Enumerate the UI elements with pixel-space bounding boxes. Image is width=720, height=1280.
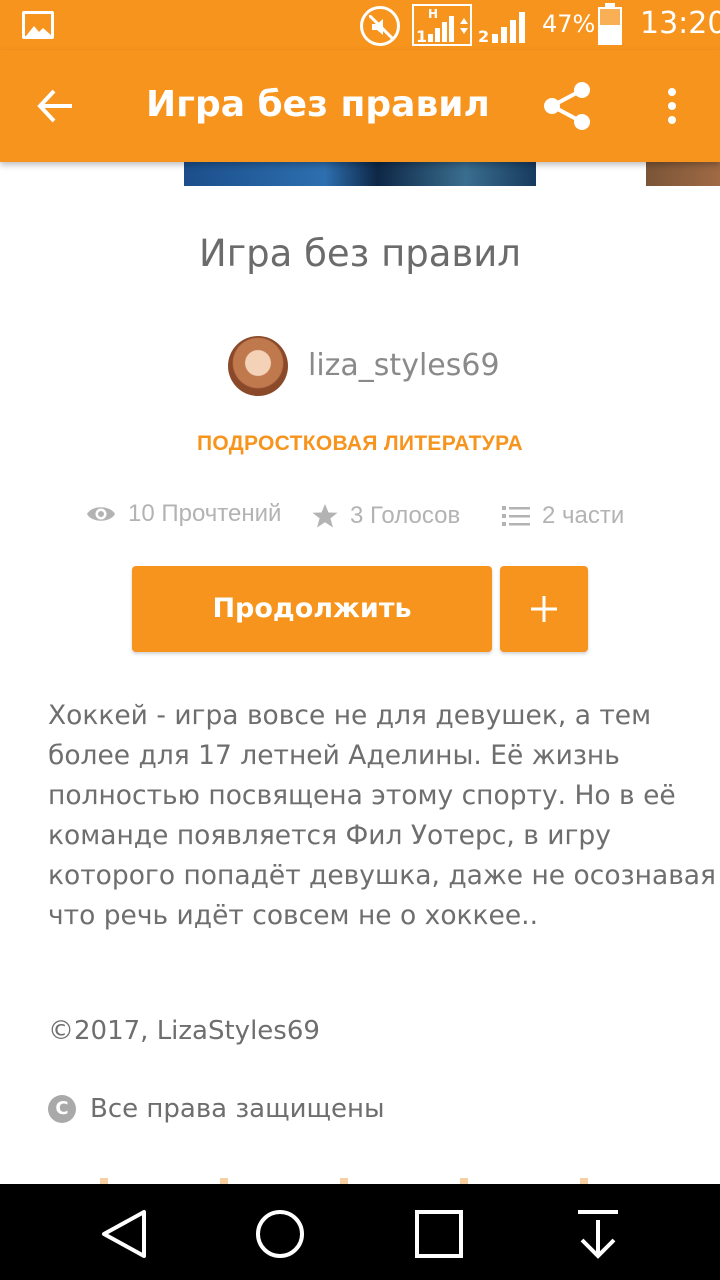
- back-arrow-icon[interactable]: [34, 86, 78, 126]
- plus-icon: [531, 596, 557, 622]
- app-toolbar: Игра без правил: [0, 50, 720, 162]
- author-avatar[interactable]: [228, 336, 288, 396]
- continue-reading-button[interactable]: Продолжить: [132, 566, 492, 652]
- star-icon: [312, 504, 338, 528]
- story-description: Хоккей - игра вовсе не для девушек, а те…: [48, 696, 716, 936]
- back-triangle-icon[interactable]: [96, 1206, 152, 1262]
- home-circle-icon[interactable]: [252, 1206, 308, 1262]
- gallery-notification-icon: [22, 11, 54, 39]
- parts-stat: 2 части: [502, 502, 624, 530]
- download-arrow-icon[interactable]: [570, 1206, 626, 1262]
- author-name[interactable]: liza_styles69: [308, 348, 500, 383]
- mute-icon: [360, 6, 400, 46]
- copyright-icon-glyph: C: [55, 1098, 69, 1119]
- parts-count: 2 части: [542, 502, 625, 529]
- reads-count: 10 Прочтений: [128, 500, 282, 527]
- add-to-library-button[interactable]: [500, 566, 588, 652]
- votes-stat: 3 Голосов: [312, 502, 460, 530]
- description-line: полностью посвящена этому спорту. Но в е…: [48, 780, 676, 811]
- sim1-signal-icon: H 1: [412, 4, 472, 46]
- recents-square-icon[interactable]: [411, 1206, 467, 1262]
- list-icon: [502, 506, 530, 526]
- genre-label[interactable]: ПОДРОСТКОВАЯ ЛИТЕРАТУРА: [0, 432, 720, 456]
- reads-stat: 10 Прочтений: [86, 500, 281, 528]
- description-line: команде появляется Фил Уотерс, в игру: [48, 820, 611, 851]
- description-line: более для 17 летней Аделины. Её жизнь: [48, 740, 620, 771]
- battery-percent: 47%: [542, 10, 596, 38]
- copyright-icon: C: [48, 1095, 76, 1123]
- battery-icon: [598, 3, 622, 45]
- description-line: которого попадёт девушка, даже не осозна…: [48, 860, 716, 891]
- story-title: Игра без правил: [199, 232, 521, 275]
- copyright-text: ©2017, LizaStyles69: [48, 1016, 320, 1046]
- more-vert-icon[interactable]: [660, 86, 684, 126]
- story-cover-image[interactable]: [184, 162, 536, 186]
- status-bar: H 1 2 47% 13:20: [0, 0, 720, 50]
- sim2-label: 2: [478, 27, 489, 44]
- system-nav-bar: [0, 1184, 720, 1280]
- description-line: что речь идёт совсем не о хоккее..: [48, 900, 539, 931]
- sim1-label: 1: [416, 27, 427, 44]
- toolbar-title: Игра без правил: [146, 84, 490, 125]
- eye-icon: [87, 507, 115, 521]
- rights-text: Все права защищены: [90, 1094, 385, 1124]
- description-line: Хоккей - игра вовсе не для девушек, а те…: [48, 700, 652, 731]
- votes-count: 3 Голосов: [350, 502, 461, 529]
- story-stats: 10 Прочтений 3 Голосов 2 части: [86, 500, 666, 534]
- clock: 13:20: [640, 6, 720, 41]
- sim1-network-type: H: [428, 7, 438, 21]
- share-icon[interactable]: [542, 82, 594, 130]
- sim2-signal-icon: 2: [478, 8, 534, 46]
- next-cover-image[interactable]: [646, 162, 720, 186]
- rights-notice: C Все права защищены: [48, 1094, 385, 1124]
